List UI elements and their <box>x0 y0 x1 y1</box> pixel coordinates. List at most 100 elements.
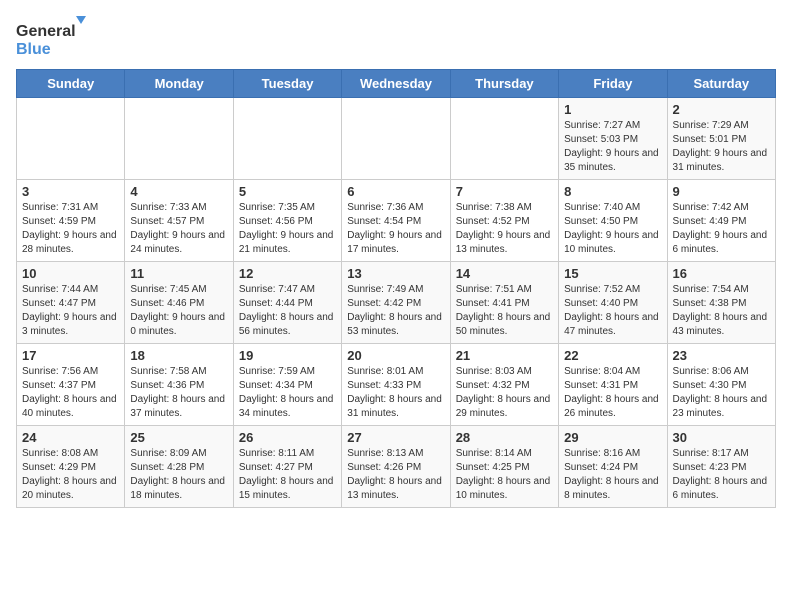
header-tuesday: Tuesday <box>233 70 341 98</box>
day-number: 17 <box>22 348 119 363</box>
day-number: 6 <box>347 184 444 199</box>
header-monday: Monday <box>125 70 233 98</box>
day-number: 16 <box>673 266 770 281</box>
calendar-cell: 9 Sunrise: 7:42 AM Sunset: 4:49 PM Daylig… <box>667 180 775 262</box>
day-info: Sunrise: 8:03 AM Sunset: 4:32 PM Dayligh… <box>456 365 553 421</box>
day-number: 23 <box>673 348 770 363</box>
day-info: Sunrise: 7:36 AM Sunset: 4:54 PM Dayligh… <box>347 201 444 257</box>
day-info: Sunrise: 7:29 AM Sunset: 5:01 PM Dayligh… <box>673 119 770 175</box>
calendar-cell <box>450 98 558 180</box>
calendar-week-1: 1 Sunrise: 7:27 AM Sunset: 5:03 PM Daylig… <box>17 98 776 180</box>
calendar-cell: 25 Sunrise: 8:09 AM Sunset: 4:28 PM Dayli… <box>125 426 233 508</box>
header-saturday: Saturday <box>667 70 775 98</box>
calendar-cell: 3 Sunrise: 7:31 AM Sunset: 4:59 PM Daylig… <box>17 180 125 262</box>
calendar-header-row: SundayMondayTuesdayWednesdayThursdayFrid… <box>17 70 776 98</box>
day-number: 22 <box>564 348 661 363</box>
day-info: Sunrise: 7:38 AM Sunset: 4:52 PM Dayligh… <box>456 201 553 257</box>
day-info: Sunrise: 8:09 AM Sunset: 4:28 PM Dayligh… <box>130 447 227 503</box>
calendar-cell <box>17 98 125 180</box>
day-info: Sunrise: 8:14 AM Sunset: 4:25 PM Dayligh… <box>456 447 553 503</box>
day-info: Sunrise: 8:13 AM Sunset: 4:26 PM Dayligh… <box>347 447 444 503</box>
day-info: Sunrise: 7:51 AM Sunset: 4:41 PM Dayligh… <box>456 283 553 339</box>
calendar-cell: 21 Sunrise: 8:03 AM Sunset: 4:32 PM Dayli… <box>450 344 558 426</box>
day-number: 20 <box>347 348 444 363</box>
calendar-cell: 24 Sunrise: 8:08 AM Sunset: 4:29 PM Dayli… <box>17 426 125 508</box>
calendar-cell: 7 Sunrise: 7:38 AM Sunset: 4:52 PM Daylig… <box>450 180 558 262</box>
day-info: Sunrise: 7:56 AM Sunset: 4:37 PM Dayligh… <box>22 365 119 421</box>
day-info: Sunrise: 7:31 AM Sunset: 4:59 PM Dayligh… <box>22 201 119 257</box>
day-number: 10 <box>22 266 119 281</box>
calendar-cell: 18Sunrise: 7:58 AM Sunset: 4:36 PM Dayli… <box>125 344 233 426</box>
day-number: 9 <box>673 184 770 199</box>
header-sunday: Sunday <box>17 70 125 98</box>
calendar-cell: 13 Sunrise: 7:49 AM Sunset: 4:42 PM Dayli… <box>342 262 450 344</box>
calendar-cell: 29 Sunrise: 8:16 AM Sunset: 4:24 PM Dayli… <box>559 426 667 508</box>
day-number: 11 <box>130 266 227 281</box>
day-info: Sunrise: 7:59 AM Sunset: 4:34 PM Dayligh… <box>239 365 336 421</box>
svg-text:Blue: Blue <box>16 41 51 58</box>
day-number: 29 <box>564 430 661 445</box>
header-thursday: Thursday <box>450 70 558 98</box>
calendar-cell: 4 Sunrise: 7:33 AM Sunset: 4:57 PM Daylig… <box>125 180 233 262</box>
day-info: Sunrise: 7:44 AM Sunset: 4:47 PM Dayligh… <box>22 283 119 339</box>
day-info: Sunrise: 8:11 AM Sunset: 4:27 PM Dayligh… <box>239 447 336 503</box>
calendar-week-4: 17 Sunrise: 7:56 AM Sunset: 4:37 PM Dayli… <box>17 344 776 426</box>
day-number: 21 <box>456 348 553 363</box>
calendar-cell: 27 Sunrise: 8:13 AM Sunset: 4:26 PM Dayli… <box>342 426 450 508</box>
day-number: 1 <box>564 102 661 117</box>
calendar-cell: 15Sunrise: 7:52 AM Sunset: 4:40 PM Dayli… <box>559 262 667 344</box>
calendar-cell: 5Sunrise: 7:35 AM Sunset: 4:56 PM Daylig… <box>233 180 341 262</box>
day-info: Sunrise: 7:52 AM Sunset: 4:40 PM Dayligh… <box>564 283 661 339</box>
day-info: Sunrise: 7:42 AM Sunset: 4:49 PM Dayligh… <box>673 201 770 257</box>
day-info: Sunrise: 7:40 AM Sunset: 4:50 PM Dayligh… <box>564 201 661 257</box>
day-number: 27 <box>347 430 444 445</box>
day-number: 26 <box>239 430 336 445</box>
day-number: 4 <box>130 184 227 199</box>
day-number: 3 <box>22 184 119 199</box>
day-info: Sunrise: 8:01 AM Sunset: 4:33 PM Dayligh… <box>347 365 444 421</box>
calendar-week-3: 10 Sunrise: 7:44 AM Sunset: 4:47 PM Dayli… <box>17 262 776 344</box>
svg-text:General: General <box>16 23 76 40</box>
day-number: 30 <box>673 430 770 445</box>
calendar-cell <box>125 98 233 180</box>
day-number: 8 <box>564 184 661 199</box>
calendar-cell: 20 Sunrise: 8:01 AM Sunset: 4:33 PM Dayli… <box>342 344 450 426</box>
day-number: 24 <box>22 430 119 445</box>
logo-svg: GeneralBlue <box>16 16 86 61</box>
calendar-cell: 1 Sunrise: 7:27 AM Sunset: 5:03 PM Daylig… <box>559 98 667 180</box>
logo: GeneralBlue <box>16 16 86 61</box>
day-info: Sunrise: 8:08 AM Sunset: 4:29 PM Dayligh… <box>22 447 119 503</box>
calendar-cell: 10 Sunrise: 7:44 AM Sunset: 4:47 PM Dayli… <box>17 262 125 344</box>
day-info: Sunrise: 7:27 AM Sunset: 5:03 PM Dayligh… <box>564 119 661 175</box>
day-number: 19 <box>239 348 336 363</box>
day-number: 12 <box>239 266 336 281</box>
calendar-cell: 30 Sunrise: 8:17 AM Sunset: 4:23 PM Dayli… <box>667 426 775 508</box>
day-info: Sunrise: 8:17 AM Sunset: 4:23 PM Dayligh… <box>673 447 770 503</box>
calendar-cell: 28Sunrise: 8:14 AM Sunset: 4:25 PM Dayli… <box>450 426 558 508</box>
calendar-cell: 8 Sunrise: 7:40 AM Sunset: 4:50 PM Daylig… <box>559 180 667 262</box>
day-number: 13 <box>347 266 444 281</box>
calendar-week-5: 24 Sunrise: 8:08 AM Sunset: 4:29 PM Dayli… <box>17 426 776 508</box>
day-info: Sunrise: 8:16 AM Sunset: 4:24 PM Dayligh… <box>564 447 661 503</box>
calendar-cell: 23 Sunrise: 8:06 AM Sunset: 4:30 PM Dayli… <box>667 344 775 426</box>
header-wednesday: Wednesday <box>342 70 450 98</box>
day-number: 5 <box>239 184 336 199</box>
calendar-table: SundayMondayTuesdayWednesdayThursdayFrid… <box>16 69 776 508</box>
day-number: 2 <box>673 102 770 117</box>
day-info: Sunrise: 7:49 AM Sunset: 4:42 PM Dayligh… <box>347 283 444 339</box>
day-info: Sunrise: 7:33 AM Sunset: 4:57 PM Dayligh… <box>130 201 227 257</box>
day-info: Sunrise: 8:06 AM Sunset: 4:30 PM Dayligh… <box>673 365 770 421</box>
calendar-cell <box>342 98 450 180</box>
calendar-cell <box>233 98 341 180</box>
calendar-cell: 19 Sunrise: 7:59 AM Sunset: 4:34 PM Dayli… <box>233 344 341 426</box>
day-number: 7 <box>456 184 553 199</box>
header: GeneralBlue <box>16 16 776 61</box>
calendar-cell: 22Sunrise: 8:04 AM Sunset: 4:31 PM Dayli… <box>559 344 667 426</box>
day-info: Sunrise: 7:58 AM Sunset: 4:36 PM Dayligh… <box>130 365 227 421</box>
calendar-cell: 17 Sunrise: 7:56 AM Sunset: 4:37 PM Dayli… <box>17 344 125 426</box>
day-number: 25 <box>130 430 227 445</box>
calendar-cell: 16 Sunrise: 7:54 AM Sunset: 4:38 PM Dayli… <box>667 262 775 344</box>
calendar-cell: 2 Sunrise: 7:29 AM Sunset: 5:01 PM Daylig… <box>667 98 775 180</box>
day-info: Sunrise: 7:54 AM Sunset: 4:38 PM Dayligh… <box>673 283 770 339</box>
day-info: Sunrise: 7:47 AM Sunset: 4:44 PM Dayligh… <box>239 283 336 339</box>
